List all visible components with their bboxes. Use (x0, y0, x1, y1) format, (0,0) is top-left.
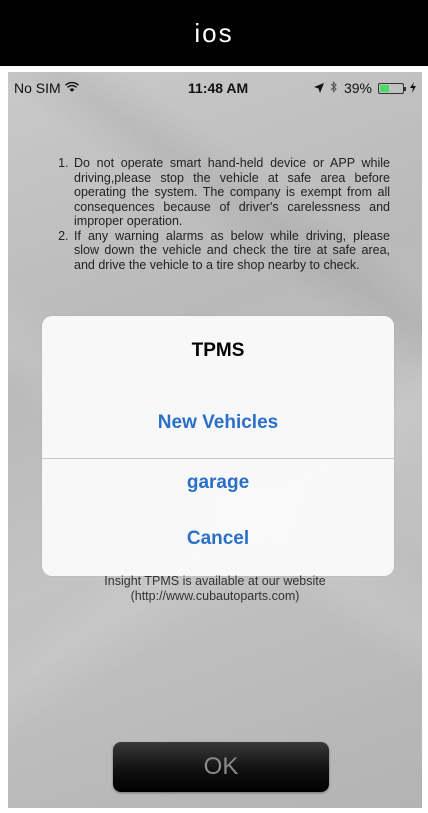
notice-list: Do not operate smart hand-held device or… (50, 156, 390, 272)
new-vehicles-button[interactable]: New Vehicles (42, 412, 394, 434)
status-left: No SIM (14, 80, 79, 96)
wifi-icon (64, 80, 79, 96)
safety-notice: Do not operate smart hand-held device or… (50, 156, 390, 272)
cancel-button[interactable]: Cancel (42, 528, 394, 550)
status-right: 39% (313, 80, 416, 96)
status-time: 11:48 AM (188, 80, 249, 96)
status-bar: No SIM 11:48 AM 39% (8, 72, 422, 104)
banner-title: ios (194, 17, 234, 48)
dialog-divider (42, 458, 394, 459)
tpms-action-dialog: TPMS New Vehicles garage Cancel (42, 316, 394, 576)
garage-button[interactable]: garage (42, 472, 394, 494)
notice-item-2: If any warning alarms as below while dri… (72, 229, 390, 273)
battery-fill (380, 84, 389, 92)
ok-button[interactable]: OK (113, 742, 329, 792)
dialog-title: TPMS (191, 340, 245, 361)
bluetooth-icon (330, 80, 338, 96)
battery-icon (378, 82, 406, 94)
location-arrow-icon (313, 80, 324, 96)
top-banner: ios (0, 0, 428, 66)
website-info: Insight TPMS is available at our website… (8, 574, 422, 604)
website-line-1: Insight TPMS is available at our website (104, 574, 326, 588)
battery-percent: 39% (343, 80, 372, 96)
charging-icon (410, 80, 416, 96)
carrier-label: No SIM (14, 80, 61, 96)
phone-screen: No SIM 11:48 AM 39% 1. Do not operate sm… (8, 72, 422, 808)
website-url: (http://www.cubautoparts.com) (130, 589, 300, 603)
notice-item-1: Do not operate smart hand-held device or… (72, 156, 390, 229)
